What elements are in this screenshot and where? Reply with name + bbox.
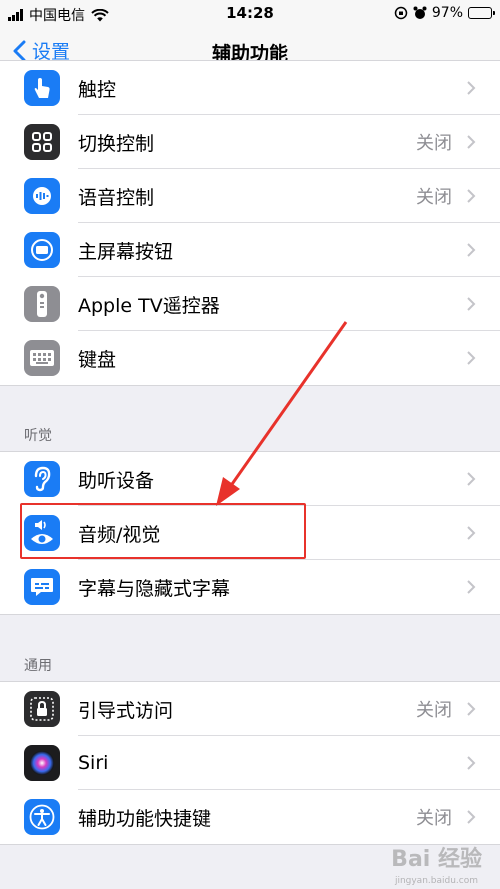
battery-percentage: 97%: [431, 5, 463, 21]
watermark-url: jingyan.baidu.com: [394, 876, 478, 886]
keyboard-icon: [24, 340, 60, 376]
audio-visual-icon: [24, 515, 60, 551]
ear-icon: [24, 461, 60, 497]
subtitles-icon: [24, 569, 60, 605]
settings-row-label: 字幕与隐藏式字幕: [78, 577, 231, 600]
touch-hand-icon: [24, 70, 60, 106]
home-button-icon: [24, 232, 60, 268]
settings-row-guided-access[interactable]: 引导式访问 关闭: [0, 682, 500, 736]
chevron-right-icon: [467, 81, 476, 95]
settings-row-label: 辅助功能快捷键: [78, 807, 212, 830]
remote-icon: [24, 286, 60, 322]
chevron-right-icon: [467, 810, 476, 824]
settings-row-home-button[interactable]: 主屏幕按钮: [0, 223, 500, 277]
voice-control-icon: [24, 178, 60, 214]
settings-row-keyboard[interactable]: 键盘: [0, 331, 500, 385]
physical-motor-group: 触控 切换控制 关闭 语音控制 关闭 主屏幕按钮 Apple TV遥控器 键盘: [0, 60, 500, 386]
settings-row-switch-control[interactable]: 切换控制 关闭: [0, 115, 500, 169]
general-group: 引导式访问 关闭 Siri 辅助功能快捷键 关闭: [0, 681, 500, 845]
chevron-right-icon: [467, 351, 476, 365]
chevron-right-icon: [467, 297, 476, 311]
settings-row-label: 主屏幕按钮: [78, 240, 174, 263]
siri-icon: [24, 745, 60, 781]
chevron-right-icon: [467, 526, 476, 540]
settings-row-subtitles-captions[interactable]: 字幕与隐藏式字幕: [0, 560, 500, 614]
settings-row-label: Siri: [78, 752, 109, 774]
settings-row-label: 触控: [78, 78, 117, 101]
chevron-right-icon: [467, 702, 476, 716]
settings-row-label: 语音控制: [78, 186, 155, 209]
settings-row-label: Apple TV遥控器: [78, 294, 220, 317]
settings-row-label: 切换控制: [78, 132, 155, 155]
orientation-lock-icon: [394, 6, 408, 20]
hearing-group: 助听设备 音频/视觉 字幕与隐藏式字幕: [0, 451, 500, 615]
settings-row-value: 关闭: [416, 808, 452, 829]
chevron-right-icon: [467, 243, 476, 257]
settings-row-label: 键盘: [78, 348, 117, 371]
settings-row-label: 音频/视觉: [78, 523, 161, 546]
settings-row-value: 关闭: [416, 133, 452, 154]
switch-control-grid-icon: [24, 124, 60, 160]
settings-row-voice-control[interactable]: 语音控制 关闭: [0, 169, 500, 223]
chevron-right-icon: [467, 580, 476, 594]
settings-row-apple-tv-remote[interactable]: Apple TV遥控器: [0, 277, 500, 331]
settings-row-accessibility-shortcut[interactable]: 辅助功能快捷键 关闭: [0, 790, 500, 844]
watermark-logo: Bai 经验: [391, 847, 482, 872]
settings-row-siri[interactable]: Siri: [0, 736, 500, 790]
settings-row-value: 关闭: [416, 700, 452, 721]
settings-row-hearing-devices[interactable]: 助听设备: [0, 452, 500, 506]
chevron-right-icon: [467, 756, 476, 770]
settings-row-label: 助听设备: [78, 469, 155, 492]
status-right: 97%: [394, 5, 495, 21]
section-header-general: 通用: [24, 658, 52, 674]
guided-access-lock-icon: [24, 691, 60, 727]
chevron-right-icon: [467, 472, 476, 486]
chevron-right-icon: [467, 135, 476, 149]
accessibility-shortcut-icon: [24, 799, 60, 835]
settings-row-audio-visual[interactable]: 音频/视觉: [0, 506, 500, 560]
settings-row-touch[interactable]: 触控: [0, 61, 500, 115]
status-bar: 中国电信 14:28 97%: [0, 0, 500, 28]
settings-row-value: 关闭: [416, 187, 452, 208]
chevron-right-icon: [467, 189, 476, 203]
settings-row-label: 引导式访问: [78, 699, 174, 722]
section-header-hearing: 听觉: [24, 428, 52, 444]
battery-icon: [468, 7, 495, 19]
alarm-clock-icon: [413, 6, 427, 19]
